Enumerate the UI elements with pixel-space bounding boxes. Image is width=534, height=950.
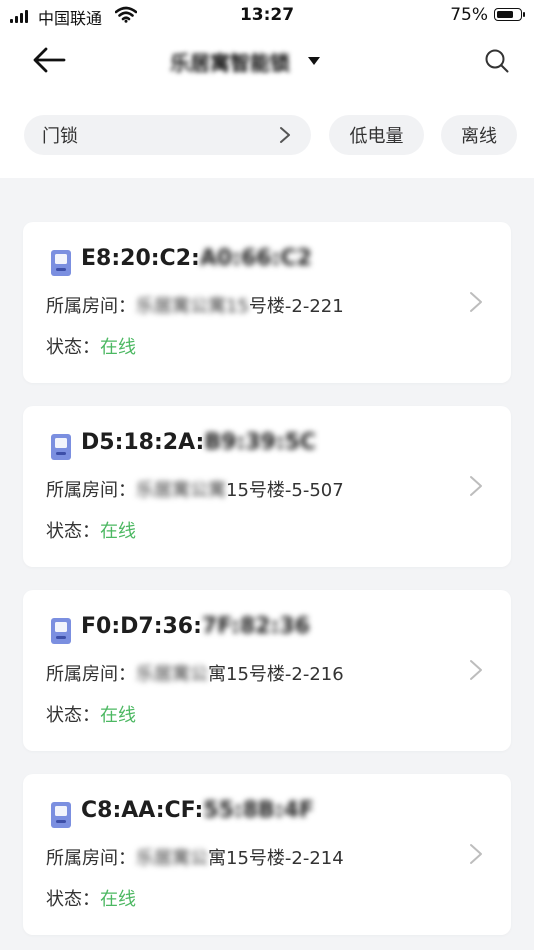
device-card[interactable]: F0:D7:36:7F:82:36 所属房间：乐居寓公寓15号楼-2-216 状… — [23, 590, 511, 751]
device-mac-masked: 7F:82:36 — [201, 614, 310, 639]
low-battery-filter-label: 低电量 — [349, 126, 404, 147]
chevron-right-icon — [470, 660, 482, 680]
search-icon[interactable] — [484, 48, 510, 74]
status-label: 状态： — [46, 889, 100, 910]
chevron-right-icon — [280, 127, 290, 143]
title-dropdown[interactable]: 乐居寓智能锁 — [170, 46, 320, 76]
door-lock-icon — [51, 434, 71, 460]
device-card[interactable]: E8:20:C2:A0:66:C2 所属房间：乐居寓公寓15号楼-2-221 状… — [23, 222, 511, 383]
caret-down-icon — [308, 57, 320, 65]
device-mac-masked: 55:8B:4F — [203, 798, 314, 823]
device-mac-visible: F0:D7:36: — [81, 614, 202, 639]
status-label: 状态： — [46, 337, 100, 358]
device-room: 所属房间：乐居寓公寓15号楼-2-221 — [46, 292, 344, 318]
room-masked: 乐居寓公 — [136, 848, 208, 869]
battery-fill — [496, 10, 513, 18]
category-filter-label: 门锁 — [42, 126, 78, 147]
door-lock-icon — [51, 802, 71, 828]
device-status: 状态：在线 — [46, 885, 136, 911]
page-title: 乐居寓智能锁 — [170, 50, 290, 75]
device-mac: E8:20:C2:A0:66:C2 — [81, 246, 312, 271]
header-area: 中国联通 13:27 75% 乐居寓智能锁 门锁 低电量 离线 — [0, 0, 534, 178]
device-room: 所属房间：乐居寓公寓15号楼-2-214 — [46, 844, 344, 870]
offline-filter-label: 离线 — [461, 126, 497, 147]
device-card[interactable]: C8:AA:CF:55:8B:4F 所属房间：乐居寓公寓15号楼-2-214 状… — [23, 774, 511, 935]
status-label: 状态： — [46, 521, 100, 542]
device-mac: F0:D7:36:7F:82:36 — [81, 614, 310, 639]
device-room: 所属房间：乐居寓公寓15号楼-2-216 — [46, 660, 344, 686]
chevron-right-icon — [470, 844, 482, 864]
device-mac-visible: C8:AA:CF: — [81, 798, 204, 823]
offline-filter[interactable]: 离线 — [441, 115, 517, 155]
device-card[interactable]: D5:18:2A:B9:39:5C 所属房间：乐居寓公寓15号楼-5-507 状… — [23, 406, 511, 567]
device-mac-visible: D5:18:2A: — [81, 430, 205, 455]
device-mac-masked: B9:39:5C — [204, 430, 317, 455]
status-bar: 中国联通 13:27 75% — [0, 0, 534, 32]
room-masked: 乐居寓公寓15 — [136, 296, 249, 317]
room-masked: 乐居寓公 — [136, 664, 208, 685]
chevron-right-icon — [470, 292, 482, 312]
device-status: 状态：在线 — [46, 701, 136, 727]
room-label: 所属房间： — [46, 480, 136, 501]
battery-percent: 75% — [450, 5, 488, 25]
room-value: 寓15号楼-2-214 — [208, 848, 344, 869]
room-masked: 乐居寓公寓 — [136, 480, 226, 501]
device-mac: C8:AA:CF:55:8B:4F — [81, 798, 314, 823]
room-value: 号楼-2-221 — [248, 296, 344, 317]
device-status: 状态：在线 — [46, 333, 136, 359]
door-lock-icon — [51, 250, 71, 276]
low-battery-filter[interactable]: 低电量 — [329, 115, 424, 155]
chevron-right-icon — [470, 476, 482, 496]
status-label: 状态： — [46, 705, 100, 726]
room-label: 所属房间： — [46, 296, 136, 317]
category-filter[interactable]: 门锁 — [24, 115, 311, 155]
status-value: 在线 — [100, 705, 136, 726]
battery-icon — [494, 8, 525, 21]
room-label: 所属房间： — [46, 664, 136, 685]
status-value: 在线 — [100, 337, 136, 358]
door-lock-icon — [51, 618, 71, 644]
device-status: 状态：在线 — [46, 517, 136, 543]
device-mac-visible: E8:20:C2: — [81, 246, 200, 271]
status-value: 在线 — [100, 889, 136, 910]
room-value: 15号楼-5-507 — [226, 480, 344, 501]
room-value: 寓15号楼-2-216 — [208, 664, 344, 685]
arrow-left-icon[interactable] — [30, 44, 70, 76]
room-label: 所属房间： — [46, 848, 136, 869]
device-room: 所属房间：乐居寓公寓15号楼-5-507 — [46, 476, 344, 502]
device-mac: D5:18:2A:B9:39:5C — [81, 430, 316, 455]
device-mac-masked: A0:66:C2 — [199, 246, 312, 271]
status-value: 在线 — [100, 521, 136, 542]
navigation-bar: 乐居寓智能锁 — [0, 32, 534, 92]
